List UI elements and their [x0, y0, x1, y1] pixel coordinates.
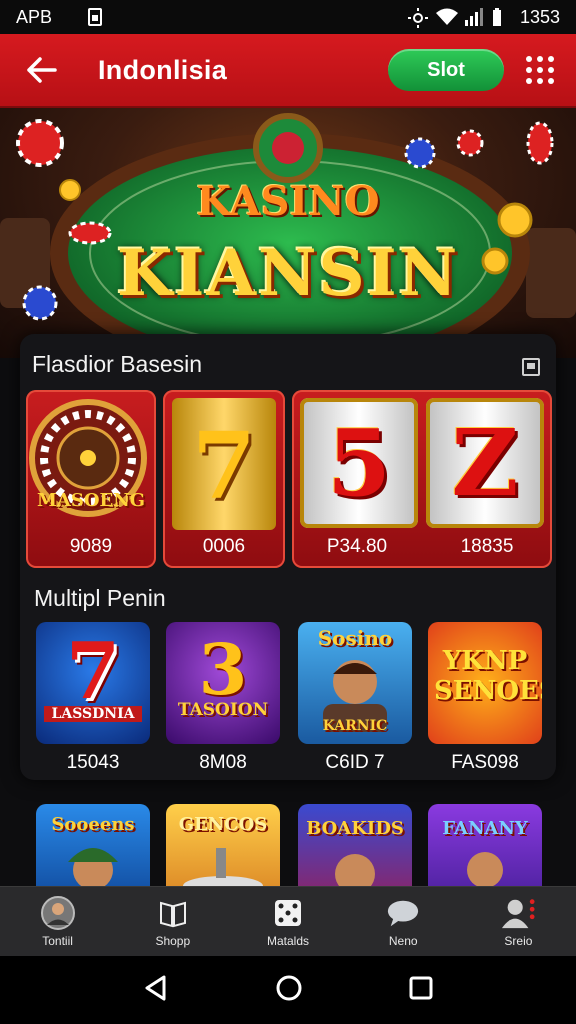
app-bar: Indonlisia Slot [0, 34, 576, 108]
featured-card-reels[interactable]: 5 Z P34.80 18835 [292, 390, 552, 568]
arrow-left-icon [27, 57, 57, 83]
reel-five: 5 [300, 398, 418, 528]
bottom-navigation: Tontiil Shopp Matalds Neno Sreio [0, 886, 576, 956]
game-tile-karnic[interactable]: Sosino KARNIC [298, 622, 412, 744]
dice-icon [271, 896, 305, 930]
signal-icon [464, 8, 483, 26]
featured-value: 0006 [202, 536, 246, 557]
game-value: FAS098 [451, 752, 519, 773]
page-title: Indonlisia [98, 54, 228, 85]
game-art-text: YKNP SENOES [434, 646, 542, 706]
game-art-text: TASOION [177, 700, 269, 720]
hero-banner[interactable]: KASINO KIANSIN [0, 108, 576, 358]
nav-item-matalds[interactable]: Matalds [230, 887, 345, 956]
profile-icon [501, 896, 535, 930]
game-value: C6ID 7 [325, 752, 385, 773]
seven-art-text: 7 [191, 412, 256, 520]
chat-icon [386, 896, 420, 930]
game-art-text: Sooeens [51, 814, 135, 835]
status-time: 1353 [519, 6, 560, 27]
hero-title-line1: KASINO [196, 178, 380, 225]
nav-item-tontiil[interactable]: Tontiil [0, 887, 115, 956]
featured-value: P34.80 [326, 536, 388, 557]
nav-item-shopp[interactable]: Shopp [115, 887, 230, 956]
nav-item-sreio[interactable]: Sreio [461, 887, 576, 956]
nav-label: Sreio [504, 933, 533, 948]
brightness-icon [407, 8, 428, 28]
featured-value: 9089 [69, 536, 113, 557]
book-icon [156, 896, 190, 930]
back-button[interactable] [22, 50, 62, 90]
nav-item-neno[interactable]: Neno [346, 887, 461, 956]
sim-icon [86, 8, 104, 26]
content-panel: Flasdior Basesin MASOENG 9089 7 0006 5 Z… [20, 334, 556, 780]
game-value: 15043 [66, 752, 120, 773]
roulette-art-text: MASOENG [36, 490, 146, 511]
game-art-text: FANANY [442, 818, 528, 839]
game-art-text: KARNIC [322, 718, 388, 734]
avatar-icon [40, 895, 75, 930]
apps-grid-button[interactable] [526, 56, 554, 84]
slot-button[interactable]: Slot [388, 49, 504, 91]
game-art-text: GENCOS [178, 814, 268, 835]
game-tile-ykmp[interactable]: YKNP SENOES [428, 622, 542, 744]
battery-icon [492, 8, 510, 26]
nav-label: Tontiil [42, 933, 73, 948]
featured-card-seven[interactable]: 7 0006 [163, 390, 285, 568]
game-tile-tasoion[interactable]: 3 TASOION [166, 622, 280, 744]
featured-section-title: Flasdior Basesin [32, 351, 203, 377]
recents-square-icon[interactable] [408, 975, 434, 1006]
game-art-text: LASSDNIA [44, 706, 142, 722]
nav-label: Neno [388, 933, 418, 948]
hero-title-line2: KIANSIN [116, 236, 460, 311]
home-circle-icon[interactable] [274, 973, 304, 1008]
featured-value: 18835 [460, 536, 514, 557]
game-value: 8M08 [199, 752, 247, 773]
wifi-icon [435, 8, 458, 26]
featured-card-roulette[interactable]: MASOENG 9089 [26, 390, 156, 568]
back-triangle-icon[interactable] [142, 974, 170, 1007]
status-left-text: APB [16, 6, 53, 27]
bookmark-icon[interactable] [522, 358, 540, 376]
nav-label: Matalds [266, 933, 310, 948]
game-art-text: BOAKIDS [306, 818, 404, 839]
status-bar: APB 1353 [0, 0, 576, 34]
game-tile-lassdnia[interactable]: 7 LASSDNIA [36, 622, 150, 744]
system-navigation-bar [0, 956, 576, 1024]
nav-label: Shopp [155, 933, 191, 948]
reel-z: Z [426, 398, 544, 528]
multi-section-title: Multipl Penin [34, 585, 166, 611]
